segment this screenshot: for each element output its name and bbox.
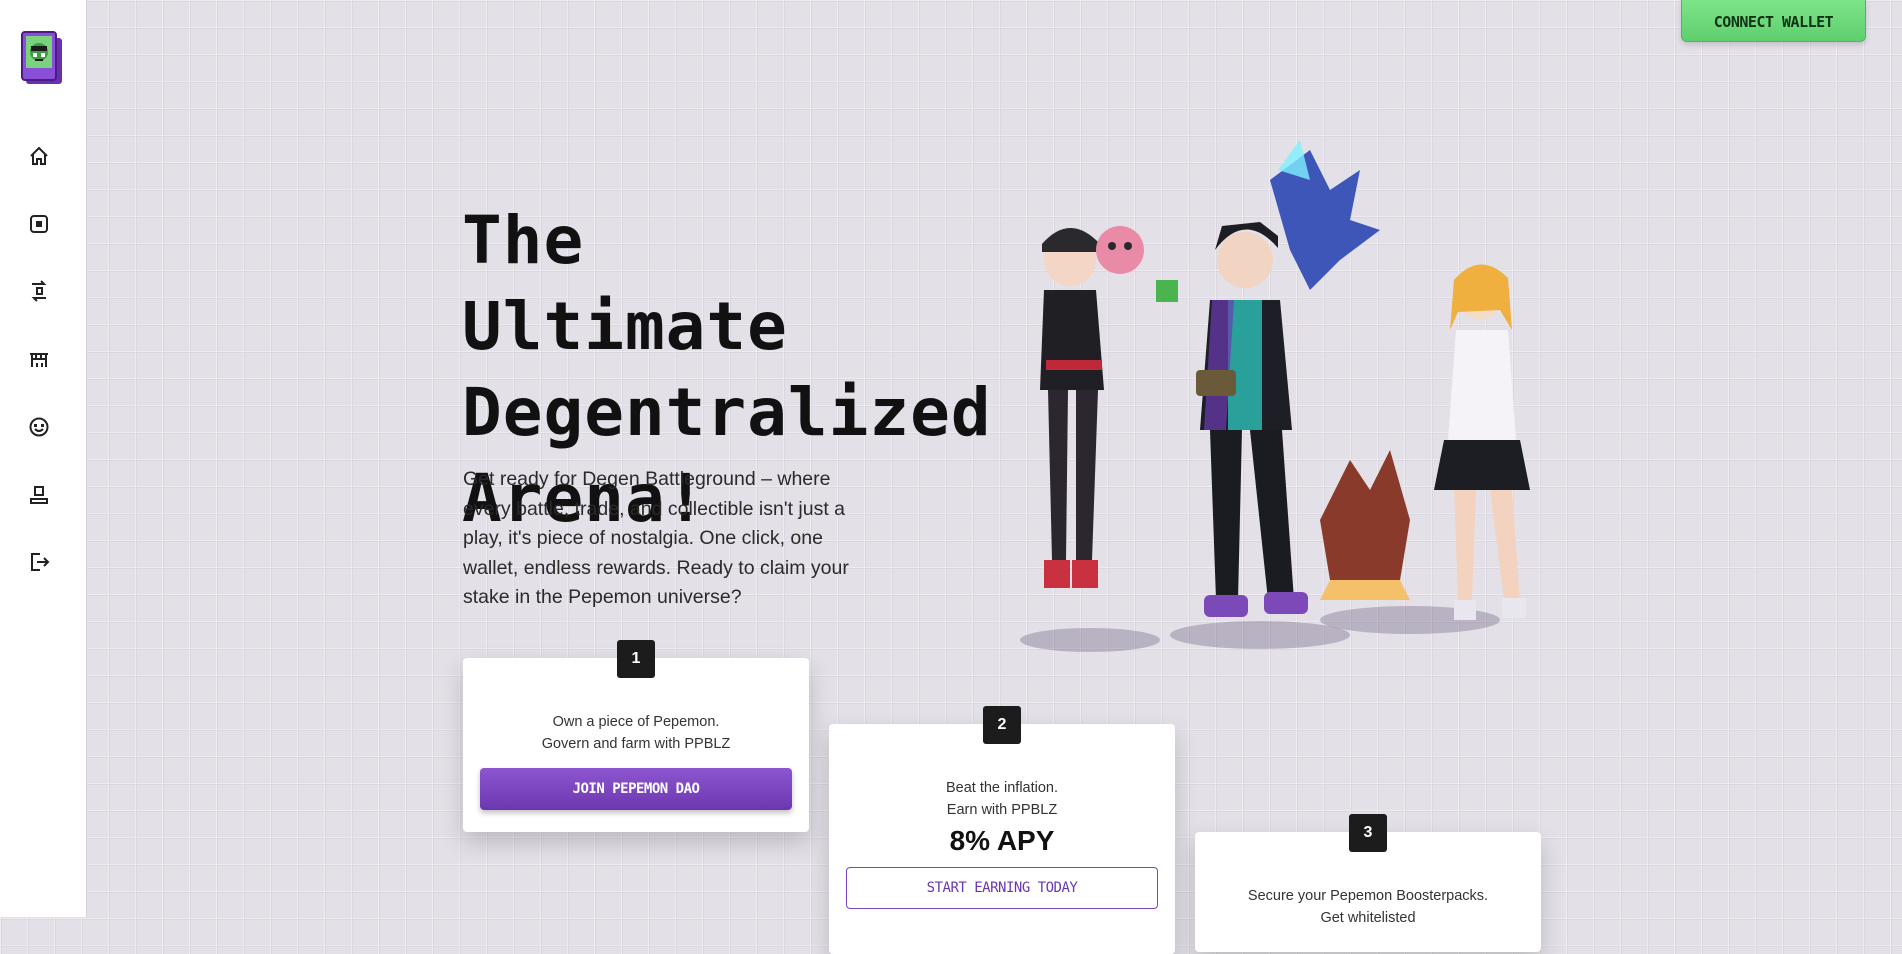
hero-description: Get ready for Degen Battleground – where… bbox=[463, 468, 849, 608]
step-1-line-1: Own a piece of Pepemon. bbox=[552, 714, 720, 730]
step-number-badge: 3 bbox=[1349, 814, 1387, 852]
step-2-line-1: Beat the inflation. bbox=[945, 780, 1059, 796]
title-line-2: Degentralized bbox=[462, 374, 992, 451]
step-2-line-2: Earn with PPBLZ bbox=[946, 802, 1058, 818]
step-1-line-2: Govern and farm with PPBLZ bbox=[541, 736, 731, 752]
start-earning-button[interactable]: START EARNING TODAY bbox=[846, 867, 1158, 909]
user-icon bbox=[30, 486, 48, 504]
sidebar-item-home[interactable] bbox=[25, 142, 53, 170]
smiley-icon bbox=[29, 417, 49, 437]
sidebar-item-cards[interactable] bbox=[25, 210, 53, 238]
sidebar-item-exchange[interactable] bbox=[25, 277, 53, 305]
step-number-badge: 1 bbox=[617, 640, 655, 678]
step-card-3: 3 Secure your Pepemon Boosterpacks. Get … bbox=[1195, 814, 1541, 952]
connect-wallet-button[interactable]: CONNECT WALLET bbox=[1681, 0, 1866, 42]
step-number-badge: 2 bbox=[983, 706, 1021, 744]
sidebar-item-store[interactable] bbox=[25, 345, 53, 373]
step-card-2: 2 Beat the inflation. Earn with PPBLZ 8%… bbox=[829, 706, 1175, 954]
title-line-1: The Ultimate bbox=[462, 202, 788, 365]
store-icon bbox=[30, 353, 48, 367]
join-dao-button[interactable]: JOIN PEPEMON DAO bbox=[480, 768, 792, 810]
logout-icon bbox=[31, 553, 50, 571]
sidebar-item-logout[interactable] bbox=[25, 548, 53, 576]
sidebar bbox=[0, 0, 87, 917]
characters-illustration bbox=[1020, 140, 1530, 652]
card-icon bbox=[30, 215, 48, 233]
step-3-line-2: Get whitelisted bbox=[1320, 910, 1416, 926]
pepemon-logo[interactable] bbox=[20, 30, 64, 90]
sidebar-item-profile[interactable] bbox=[25, 481, 53, 509]
home-icon bbox=[30, 146, 48, 165]
exchange-icon bbox=[31, 280, 47, 302]
step-3-line-1: Secure your Pepemon Boosterpacks. bbox=[1247, 888, 1489, 904]
apy-highlight: 8% APY bbox=[949, 825, 1055, 856]
step-card-1: 1 Own a piece of Pepemon. Govern and far… bbox=[463, 640, 809, 832]
sidebar-item-pepemon[interactable] bbox=[25, 413, 53, 441]
